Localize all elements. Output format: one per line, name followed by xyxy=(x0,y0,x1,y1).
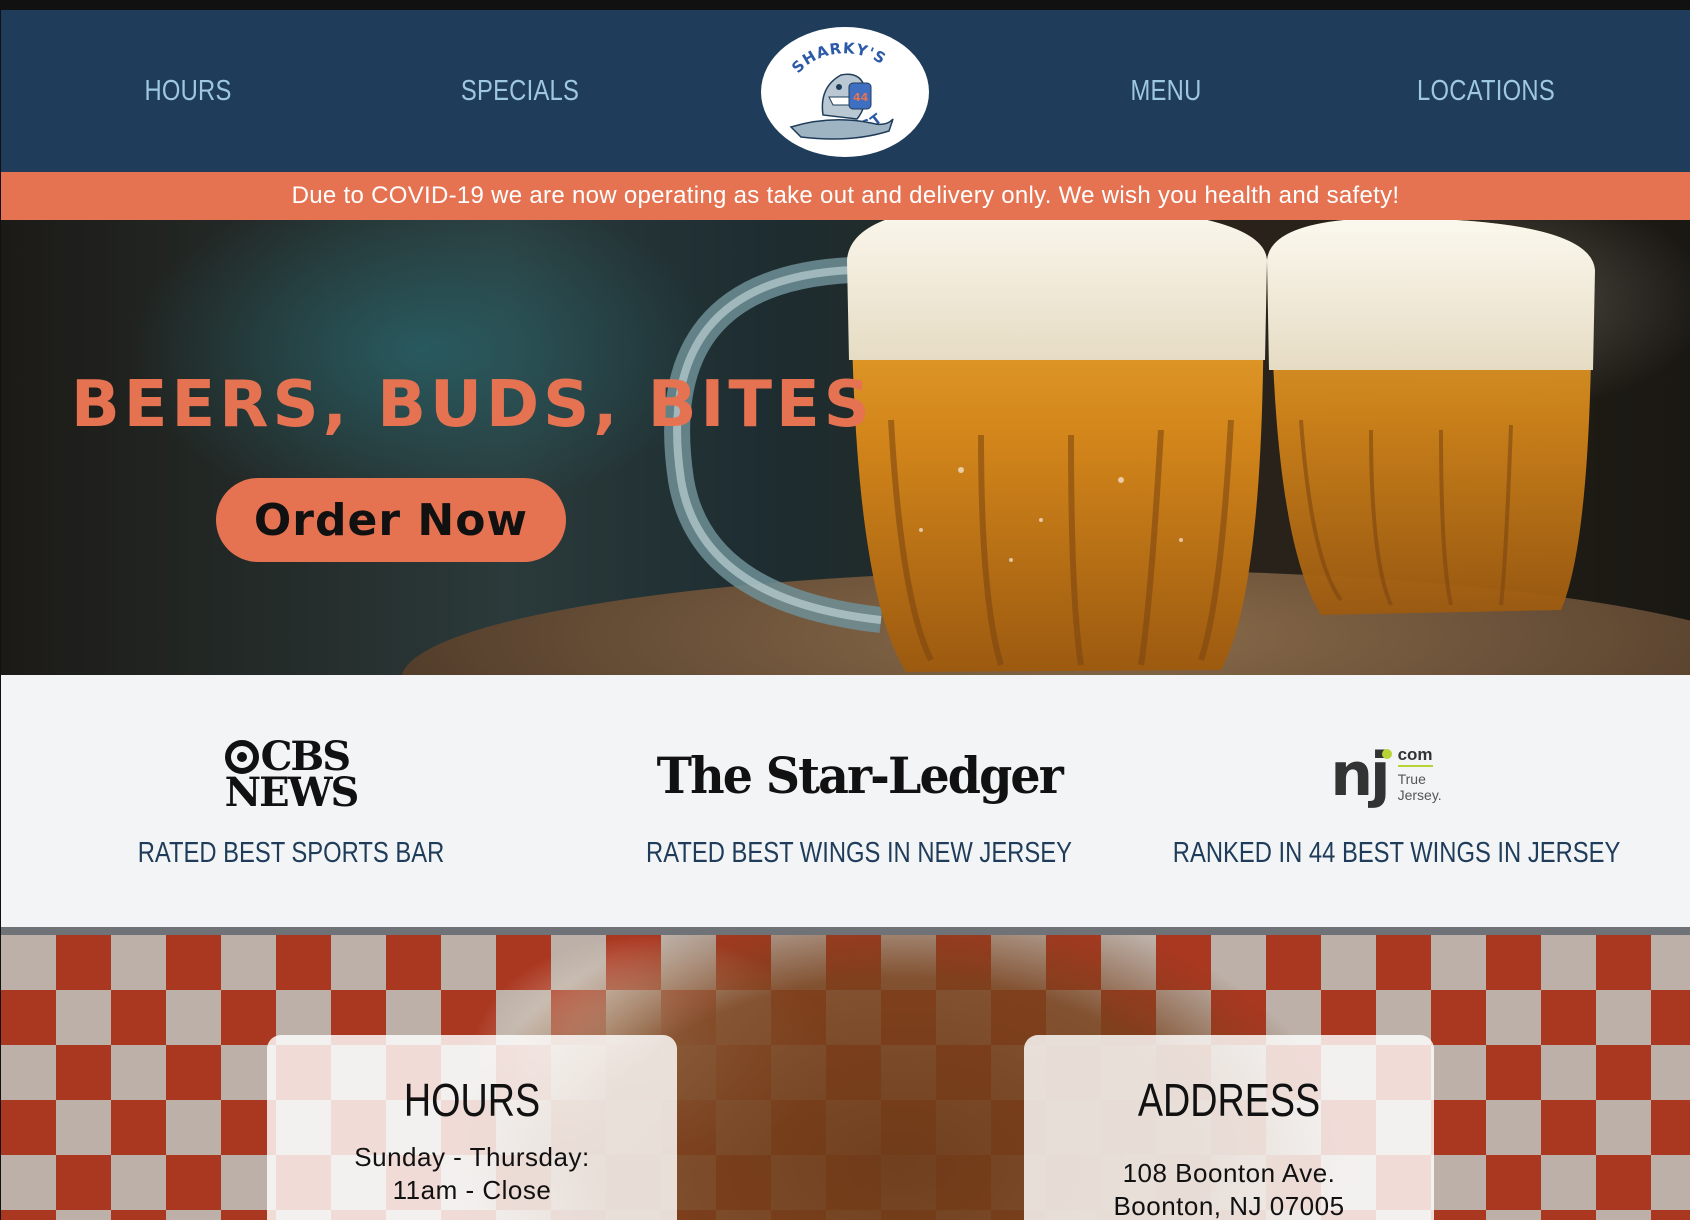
logo-top-text: SHARKY'S xyxy=(788,39,888,77)
hours-card-title: HOURS xyxy=(403,1074,541,1126)
logo-jersey-number: 44 xyxy=(853,91,869,104)
nj-logo-tag-1: True xyxy=(1397,771,1426,787)
cbs-eye-icon xyxy=(224,740,259,774)
press-section: CBS NEWS RATED BEST SPORTS BAR The Star-… xyxy=(1,675,1690,927)
star-ledger-logo-text: The Star-Ledger xyxy=(656,745,1063,805)
hours-line-1: Sunday - Thursday: xyxy=(354,1142,590,1172)
press-item-star-ledger: The Star-Ledger RATED BEST WINGS IN NEW … xyxy=(599,675,1119,927)
beer-mugs-image xyxy=(664,220,1595,672)
cbs-news-logo: CBS NEWS xyxy=(31,735,551,815)
info-section: HOURS Sunday - Thursday: 11am - Close AD… xyxy=(1,935,1690,1220)
covid-notice-banner: Due to COVID-19 we are now operating as … xyxy=(1,172,1690,220)
browser-frame: HOURS SPECIALS SHARKY'S WEST 44 xyxy=(0,0,1690,1220)
hours-line-2: 11am - Close xyxy=(392,1175,552,1205)
hero-section: BEERS, BUDS, BITES Order Now xyxy=(1,220,1690,675)
address-line-1: 108 Boonton Ave. xyxy=(1122,1158,1336,1188)
hero-title: BEERS, BUDS, BITES xyxy=(71,368,874,442)
shark-logo-icon: SHARKY'S WEST 44 xyxy=(788,39,894,140)
press-caption-star-ledger: RATED BEST WINGS IN NEW JERSEY xyxy=(646,837,1072,869)
press-item-nj-com: nj com True Jersey. RANKED IN 44 BEST WI… xyxy=(1126,675,1646,927)
page: HOURS SPECIALS SHARKY'S WEST 44 xyxy=(1,10,1690,1220)
press-caption-cbs: RATED BEST SPORTS BAR xyxy=(137,837,445,869)
nj-dot-icon xyxy=(1381,749,1392,759)
nj-logo-com: com xyxy=(1397,746,1433,767)
star-ledger-logo: The Star-Ledger xyxy=(599,735,1119,815)
top-navigation: HOURS SPECIALS SHARKY'S WEST 44 xyxy=(1,10,1690,172)
nj-com-logo: nj com True Jersey. xyxy=(1126,735,1646,815)
order-now-button[interactable]: Order Now xyxy=(216,478,566,562)
press-item-cbs: CBS NEWS RATED BEST SPORTS BAR xyxy=(31,675,551,927)
hours-card: HOURS Sunday - Thursday: 11am - Close xyxy=(267,1035,677,1220)
covid-notice-text: Due to COVID-19 we are now operating as … xyxy=(291,182,1400,209)
address-card: ADDRESS 108 Boonton Ave. Boonton, NJ 070… xyxy=(1024,1035,1434,1220)
press-caption-nj-com: RANKED IN 44 BEST WINGS IN JERSEY xyxy=(1172,837,1621,869)
nav-link-hours[interactable]: HOURS xyxy=(81,75,294,108)
svg-text:SHARKY'S: SHARKY'S xyxy=(788,39,889,77)
address-card-title: ADDRESS xyxy=(1137,1074,1321,1126)
wings-background-image xyxy=(1,935,1690,1220)
nj-logo-mark: nj xyxy=(1330,740,1390,810)
address-line-2: Boonton, NJ 07005 xyxy=(1113,1191,1345,1220)
nj-logo-tag-2: Jersey. xyxy=(1397,787,1442,803)
section-divider xyxy=(1,927,1690,935)
cbs-logo-line2: NEWS xyxy=(224,769,360,816)
sharkys-west-logo[interactable]: SHARKY'S WEST 44 xyxy=(761,27,929,157)
nav-link-specials[interactable]: SPECIALS xyxy=(413,75,626,108)
nav-link-menu[interactable]: MENU xyxy=(1059,75,1272,108)
nav-link-locations[interactable]: LOCATIONS xyxy=(1379,75,1592,108)
